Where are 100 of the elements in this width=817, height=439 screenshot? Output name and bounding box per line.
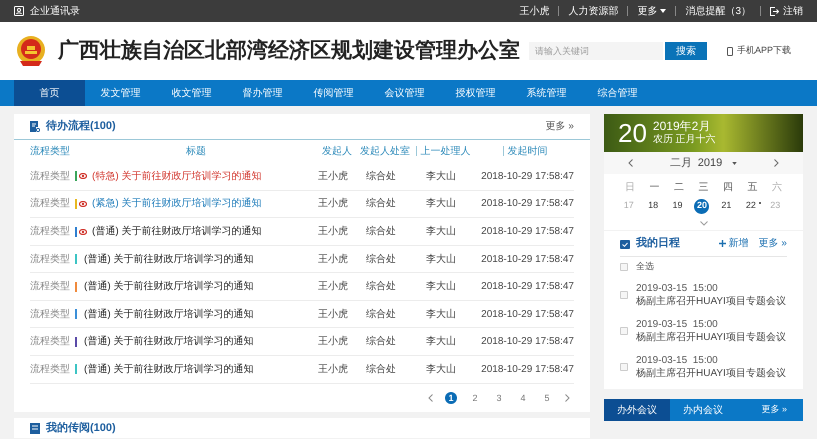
- nav-tab[interactable]: 发文管理: [85, 80, 156, 106]
- document-icon: [30, 120, 40, 132]
- logout-link[interactable]: 注销: [783, 4, 803, 18]
- table-cell-text: 综合处: [365, 308, 397, 322]
- caret-icon: [660, 9, 666, 13]
- user-link[interactable]: 王小虎: [519, 4, 550, 18]
- table-cell-text: 流程类型: [30, 280, 70, 294]
- table-row[interactable]: 流程类型 (紧急) 关于前往财政厅培训学习的通知 王小虎 综合处 李大山 2018-10-29 17:58:47: [30, 190, 574, 218]
- emblem-icon: [16, 35, 46, 67]
- table-cell-text: 王小虎: [317, 170, 349, 184]
- banner-year-month: 2019年2月: [652, 119, 712, 134]
- table-cell-text: 2018-10-29 17:58:47: [480, 362, 574, 377]
- lunar-date: 农历 正月十六: [652, 134, 716, 147]
- table-cell-text: 李大山: [425, 334, 457, 350]
- site-title: 广西壮族自治区北部湾经济区规划建设管理办公室: [58, 38, 520, 64]
- calendar-day[interactable]: 22: [743, 198, 758, 214]
- table-cell-text: 王小虎: [317, 224, 349, 240]
- add-button[interactable]: 新增: [718, 236, 749, 251]
- more-link[interactable]: 更多 »: [758, 236, 787, 251]
- department-link[interactable]: 人力资源部: [568, 4, 618, 18]
- banner-day: 20: [618, 120, 647, 146]
- document-title-link[interactable]: (紧急) 关于前往财政厅培训学习的通知: [92, 196, 262, 212]
- page-button[interactable]: 1: [445, 392, 457, 404]
- nav-tab[interactable]: 督办管理: [227, 80, 298, 106]
- document-title-link[interactable]: (普通) 关于前往财政厅培训学习的通知: [84, 252, 254, 267]
- checkbox[interactable]: [620, 363, 628, 371]
- logout-icon: [770, 6, 779, 16]
- table-row[interactable]: 流程类型 (普通) 关于前往财政厅培训学习的通知 王小虎 综合处 李大山 2018-10-29 17:58:47: [30, 246, 574, 274]
- more-link[interactable]: 更多 »: [761, 403, 787, 417]
- page-button[interactable]: 4: [517, 392, 529, 404]
- previous-page-button[interactable]: [428, 394, 433, 402]
- weekday-label: 三: [697, 180, 710, 194]
- table-row[interactable]: 流程类型 (普通) 关于前往财政厅培训学习的通知 王小虎 综合处 李大山 2018-10-29 17:58:47: [30, 273, 574, 301]
- table-cell-text: 李大山: [425, 196, 457, 212]
- table-cell-text: 2018-10-29 17:58:47: [480, 225, 574, 240]
- table-cell-text: 王小虎: [317, 362, 349, 377]
- document-title-link[interactable]: (普通) 关于前往财政厅培训学习的通知: [84, 362, 254, 377]
- checkbox[interactable]: [620, 327, 628, 335]
- nav-tab[interactable]: 传阅管理: [298, 80, 369, 106]
- document-title-link[interactable]: (特急) 关于前往财政厅培训学习的通知: [92, 168, 262, 184]
- meeting-tab[interactable]: 办外会议: [604, 399, 670, 421]
- table-cell-text: 流程类型: [30, 170, 70, 184]
- more-dropdown[interactable]: 更多: [637, 4, 666, 18]
- weekday-label: 日: [624, 180, 636, 194]
- table-row[interactable]: 流程类型 (普通) 关于前往财政厅培训学习的通知 王小虎 综合处 李大山 2018-10-29 17:58:47: [30, 328, 574, 356]
- checkbox[interactable]: [620, 291, 628, 299]
- page-button[interactable]: 5: [541, 392, 553, 404]
- table-cell-text: 2018-10-29 17:58:47: [480, 335, 574, 350]
- contacts-link[interactable]: 企业通讯录: [30, 4, 80, 18]
- calendar-day[interactable]: 19: [670, 198, 686, 214]
- document-title-link[interactable]: (普通) 关于前往财政厅培训学习的通知: [92, 224, 262, 240]
- next-page-button[interactable]: [565, 394, 570, 402]
- page-button[interactable]: 2: [469, 392, 481, 404]
- document-icon: [30, 422, 40, 434]
- next-month-button[interactable]: [774, 159, 779, 167]
- document-title-link[interactable]: (普通) 关于前往财政厅培训学习的通知: [84, 279, 254, 294]
- table-cell-text: 2018-10-29 17:58:47: [480, 170, 574, 184]
- messages-link[interactable]: 消息提醒（3）: [685, 4, 751, 18]
- contact-card-icon: [14, 6, 24, 16]
- schedule-text[interactable]: 杨副主席召开HUAYI项目专题会议: [636, 367, 786, 380]
- nav-tab[interactable]: 收文管理: [156, 80, 227, 106]
- table-cell-text: 王小虎: [317, 334, 349, 350]
- nav-tab[interactable]: 综合管理: [582, 80, 653, 106]
- schedule-time: 2019-03-15 15:00: [636, 282, 719, 295]
- app-download-link[interactable]: 手机APP下载: [736, 44, 791, 58]
- document-title-link[interactable]: (普通) 关于前往财政厅培训学习的通知: [84, 334, 254, 350]
- calendar-day[interactable]: 18: [646, 198, 661, 214]
- table-cell-text: 流程类型: [30, 308, 70, 322]
- nav-tab[interactable]: 会议管理: [369, 80, 440, 106]
- weekday-label: 二: [673, 180, 686, 194]
- table-cell-text: 综合处: [365, 224, 397, 240]
- calendar-day[interactable]: 21: [718, 198, 734, 214]
- table-cell-text: 2018-10-29 17:58:47: [480, 252, 574, 267]
- schedule-text[interactable]: 杨副主席召开HUAYI项目专题会议: [636, 295, 786, 308]
- table-cell-text: 综合处: [365, 196, 397, 212]
- calendar-day[interactable]: 20: [694, 198, 710, 214]
- checkbox[interactable]: [620, 263, 628, 271]
- schedule-time: 2019-03-15 15:00: [636, 318, 719, 331]
- table-cell-text: 综合处: [365, 170, 397, 184]
- previous-month-button[interactable]: [628, 159, 633, 167]
- search-button[interactable]: 搜索: [664, 42, 707, 60]
- weekday-label: 五: [746, 180, 758, 194]
- table-row[interactable]: 流程类型 (普通) 关于前往财政厅培训学习的通知 王小虎 综合处 李大山 2018-10-29 17:58:47: [30, 218, 574, 246]
- meeting-tab[interactable]: 办内会议: [670, 399, 736, 421]
- table-cell-text: 流程类型: [30, 196, 70, 212]
- nav-tab[interactable]: 首页: [14, 80, 85, 106]
- search-field[interactable]: 请输入关键词: [528, 42, 663, 60]
- column-header: 发起时间: [508, 144, 548, 159]
- table-row[interactable]: 流程类型 (特急) 关于前往财政厅培训学习的通知 王小虎 综合处 李大山 2018-10-29 17:58:47: [30, 163, 574, 191]
- table-cell-text: 王小虎: [317, 308, 349, 322]
- nav-tab[interactable]: 授权管理: [440, 80, 511, 106]
- table-row[interactable]: 流程类型 (普通) 关于前往财政厅培训学习的通知 王小虎 综合处 李大山 2018-10-29 17:58:47: [30, 356, 574, 384]
- chevron-down-icon: [700, 220, 708, 226]
- calendar-check-icon: [620, 238, 630, 248]
- document-title-link[interactable]: (普通) 关于前往财政厅培训学习的通知: [84, 306, 254, 322]
- more-link[interactable]: 更多 »: [546, 118, 574, 134]
- page-button[interactable]: 3: [493, 392, 505, 404]
- nav-tab[interactable]: 系统管理: [511, 80, 582, 106]
- table-row[interactable]: 流程类型 (普通) 关于前往财政厅培训学习的通知 王小虎 综合处 李大山 2018-10-29 17:58:47: [30, 300, 574, 328]
- schedule-text[interactable]: 杨副主席召开HUAYI项目专题会议: [636, 331, 786, 344]
